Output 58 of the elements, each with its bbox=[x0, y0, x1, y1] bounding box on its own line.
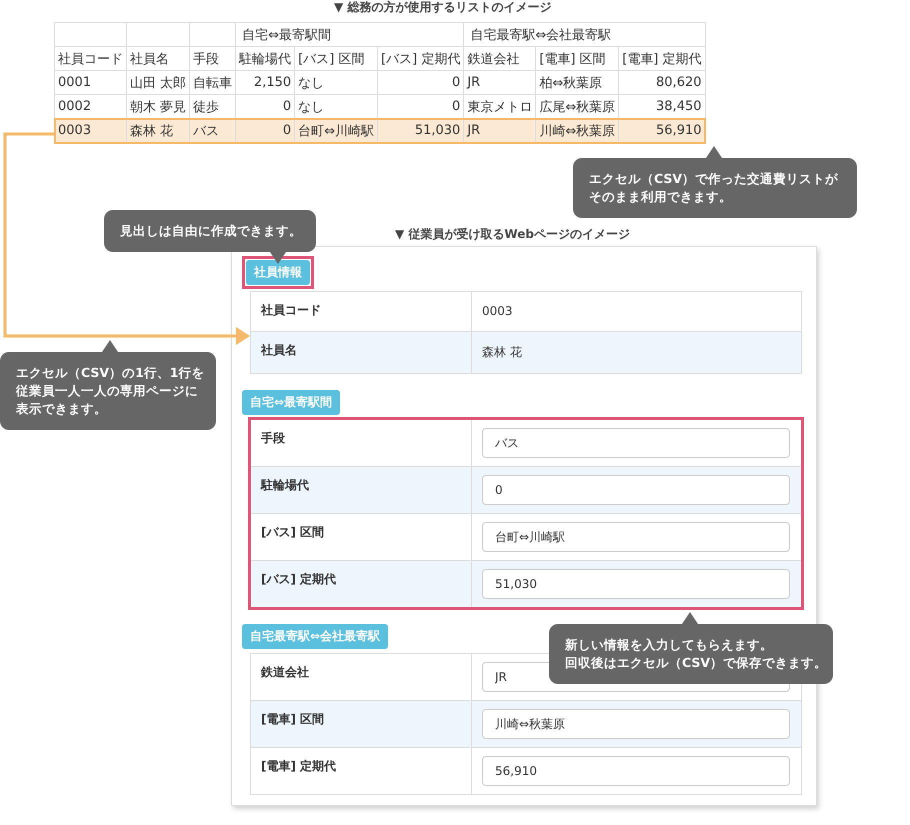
table-cell: 広尾⇔秋葉原 bbox=[539, 100, 616, 114]
field-label: [電車] 定期代 bbox=[261, 759, 336, 773]
page-caption: ▼ 従業員が受け取るWebページのイメージ bbox=[395, 227, 631, 241]
field-label: [電車] 区間 bbox=[261, 712, 324, 726]
table-cell: 0001 bbox=[58, 75, 92, 90]
table-cell: 2,150 bbox=[254, 75, 292, 90]
table-cell: バス bbox=[193, 124, 220, 138]
table-cell: 56,910 bbox=[656, 123, 702, 138]
table-cell: 0003 bbox=[58, 123, 92, 138]
table-cell: 自転車 bbox=[193, 76, 232, 90]
table-cell: 0 bbox=[452, 99, 460, 114]
table-cell: 51,030 bbox=[414, 123, 460, 138]
callout-tooltip: 見出しは自由に作成できます。 bbox=[104, 210, 316, 252]
table-cell: なし bbox=[298, 76, 324, 90]
field-label: 社員コード bbox=[261, 303, 321, 317]
table-cell: 0 bbox=[282, 123, 292, 138]
column-header: [電車] 区間 bbox=[536, 46, 619, 70]
section-heading: 社員情報 bbox=[246, 260, 310, 285]
table-cell: JR bbox=[467, 123, 480, 138]
table-cell: 朝木 夢見 bbox=[130, 100, 186, 114]
table-cell: 0 bbox=[282, 99, 292, 114]
table-cell: 0 bbox=[452, 75, 460, 90]
section-heading: 自宅最寄駅⇔会社最寄駅 bbox=[242, 624, 388, 649]
callout-tooltip: エクセル（CSV）の1行、1行を 従業員一人一人の専用ページに 表示できます。 bbox=[0, 352, 216, 430]
table-cell: 0002 bbox=[58, 99, 92, 114]
table-cell: 38,450 bbox=[656, 99, 702, 114]
column-header: 手段 bbox=[190, 46, 236, 70]
column-header: 社員コード bbox=[54, 46, 126, 70]
column-header: [バス] 定期代 bbox=[378, 46, 464, 70]
table-cell: 徒歩 bbox=[193, 100, 220, 114]
field-label: [バス] 区間 bbox=[261, 525, 324, 539]
table-cell: 川崎⇔秋葉原 bbox=[539, 124, 616, 138]
table-cell: 柏⇔秋葉原 bbox=[539, 76, 602, 90]
column-header: [電車] 定期代 bbox=[618, 46, 706, 70]
list-caption: ▼ 総務の方が使用するリストのイメージ bbox=[334, 0, 552, 16]
column-group-header: 自宅最寄駅⇔会社最寄駅 bbox=[464, 22, 706, 46]
table-cell: 80,620 bbox=[656, 75, 702, 90]
field-label: 手段 bbox=[261, 431, 285, 445]
callout-tooltip: エクセル（CSV）で作った交通費リストが そのまま利用できます。 bbox=[573, 158, 857, 218]
field-label: 鉄道会社 bbox=[261, 665, 309, 679]
table-cell: 山田 太郎 bbox=[130, 76, 186, 90]
table-cell: なし bbox=[298, 100, 324, 114]
field-label: [バス] 定期代 bbox=[261, 572, 336, 586]
table-cell: 東京メトロ bbox=[467, 100, 532, 114]
field-label: 駐輪場代 bbox=[261, 478, 309, 492]
table-cell: 森林 花 bbox=[130, 124, 174, 138]
section-heading: 自宅⇔最寄駅間 bbox=[242, 390, 340, 415]
column-header: 鉄道会社 bbox=[464, 46, 536, 70]
column-group-header: 自宅⇔最寄駅間 bbox=[236, 22, 464, 46]
column-header: 駐輪場代 bbox=[236, 46, 295, 70]
field-value: 0003 bbox=[482, 304, 513, 318]
field-label: 社員名 bbox=[261, 343, 297, 357]
table-cell: 台町⇔川崎駅 bbox=[298, 124, 374, 138]
field-value: 森林 花 bbox=[482, 345, 522, 359]
column-header: 社員名 bbox=[126, 46, 190, 70]
callout-tooltip: 新しい情報を入力してもらえます。 回収後はエクセル（CSV）で保存できます。 bbox=[549, 624, 833, 684]
column-header: [バス] 区間 bbox=[294, 46, 378, 70]
table-cell: JR bbox=[467, 75, 480, 90]
